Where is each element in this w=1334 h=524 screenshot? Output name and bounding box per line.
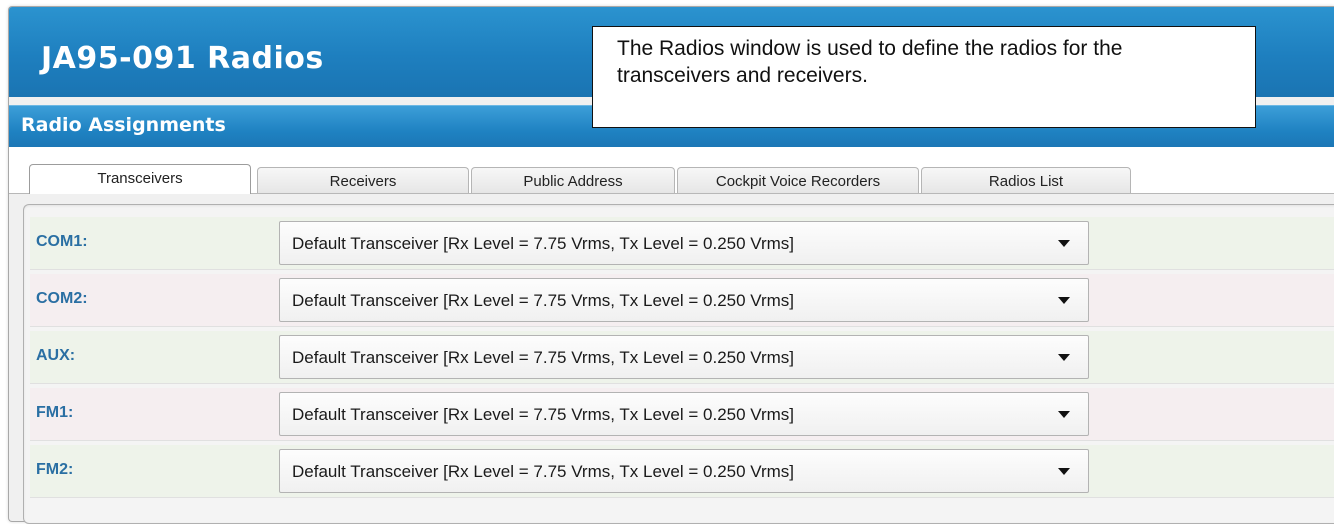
radio-label: COM1:	[36, 233, 88, 250]
radio-select[interactable]: Default Transceiver [Rx Level = 7.75 Vrm…	[279, 335, 1089, 379]
select-value: Default Transceiver [Rx Level = 7.75 Vrm…	[292, 405, 795, 424]
select-value: Default Transceiver [Rx Level = 7.75 Vrm…	[292, 348, 795, 367]
radio-label: AUX:	[36, 347, 76, 364]
tab-label: Public Address	[523, 173, 623, 190]
radio-row-aux: AUX: Default Transceiver [Rx Level = 7.7…	[30, 331, 1334, 384]
window-title: JA95-091 Radios	[41, 41, 324, 76]
radio-row-fm2: FM2: Default Transceiver [Rx Level = 7.7…	[30, 445, 1334, 498]
select-value: Default Transceiver [Rx Level = 7.75 Vrm…	[292, 291, 795, 310]
radio-label: COM2:	[36, 290, 88, 307]
radio-select[interactable]: Default Transceiver [Rx Level = 7.75 Vrm…	[279, 278, 1089, 322]
section-title: Radio Assignments	[21, 114, 226, 136]
select-value: Default Transceiver [Rx Level = 7.75 Vrm…	[292, 234, 795, 253]
radio-row-com1: COM1: Default Transceiver [Rx Level = 7.…	[30, 217, 1334, 270]
chevron-down-icon	[1058, 468, 1070, 475]
tab-label: Cockpit Voice Recorders	[715, 173, 881, 190]
tab-label: Radios List	[988, 173, 1064, 190]
callout-box: The Radios window is used to define the …	[592, 26, 1256, 128]
radio-select[interactable]: Default Transceiver [Rx Level = 7.75 Vrm…	[279, 392, 1089, 436]
radio-row-com2: COM2: Default Transceiver [Rx Level = 7.…	[30, 274, 1334, 327]
tab-cockpit-voice-recorders[interactable]: Cockpit Voice Recorders	[677, 167, 919, 193]
tab-radios-list[interactable]: Radios List	[921, 167, 1131, 193]
radio-label: FM2:	[36, 461, 74, 478]
chevron-down-icon	[1058, 240, 1070, 247]
select-value: Default Transceiver [Rx Level = 7.75 Vrm…	[292, 462, 795, 481]
radio-label: FM1:	[36, 404, 74, 421]
radio-row-fm1: FM1: Default Transceiver [Rx Level = 7.7…	[30, 388, 1334, 441]
radio-select[interactable]: Default Transceiver [Rx Level = 7.75 Vrm…	[279, 221, 1089, 265]
transceivers-panel: COM1: Default Transceiver [Rx Level = 7.…	[23, 204, 1334, 524]
tab-public-address[interactable]: Public Address	[471, 167, 675, 193]
tab-label: Receivers	[329, 173, 397, 190]
chevron-down-icon	[1058, 354, 1070, 361]
tab-receivers[interactable]: Receivers	[257, 167, 469, 193]
tab-label: Transceivers	[97, 170, 183, 187]
chevron-down-icon	[1058, 297, 1070, 304]
callout-text: The Radios window is used to define the …	[617, 37, 1123, 87]
tab-strip: Transceivers Receivers Public Address Co…	[9, 147, 1334, 194]
radio-select[interactable]: Default Transceiver [Rx Level = 7.75 Vrm…	[279, 449, 1089, 493]
tab-transceivers[interactable]: Transceivers	[29, 164, 251, 194]
chevron-down-icon	[1058, 411, 1070, 418]
